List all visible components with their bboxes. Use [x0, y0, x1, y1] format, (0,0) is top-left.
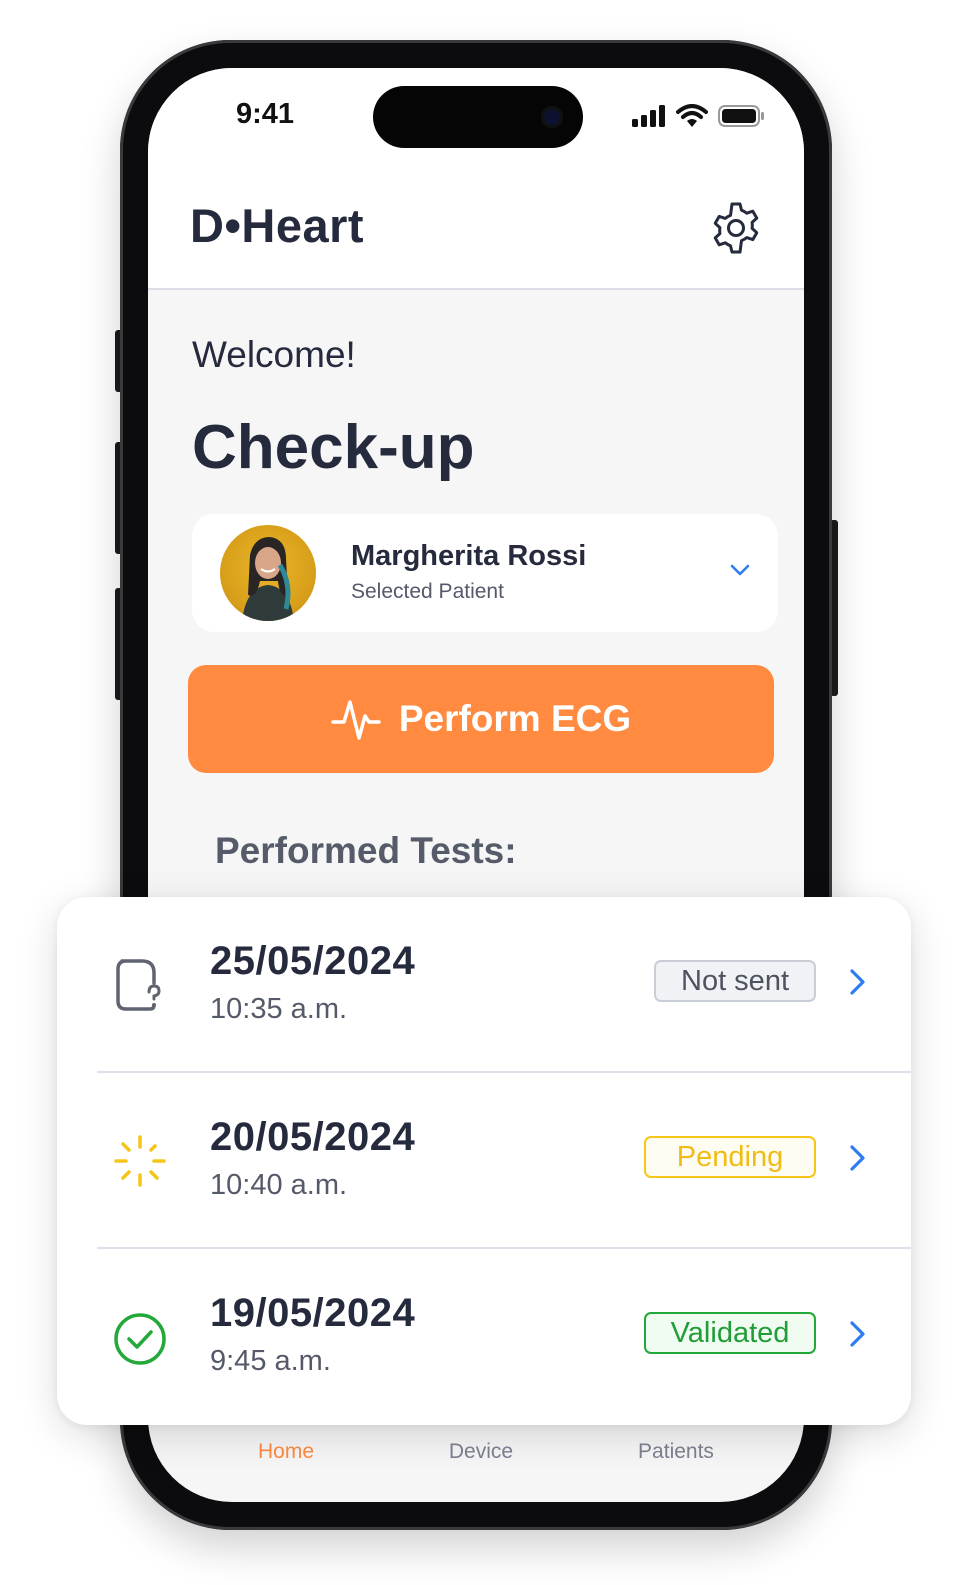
status-time: 9:41 — [236, 98, 295, 130]
patient-name: Margherita Rossi — [351, 540, 587, 572]
avatar-photo — [242, 537, 294, 621]
patient-selector[interactable]: Margherita Rossi Selected Patient — [192, 514, 778, 632]
chevron-right-icon[interactable] — [843, 967, 871, 997]
brand-logo: D•Heart — [190, 199, 365, 252]
test-row[interactable]: 20/05/2024 10:40 a.m. Pending — [57, 1073, 911, 1249]
check-circle-icon — [114, 1313, 166, 1365]
test-row[interactable]: 19/05/2024 9:45 a.m. Validated — [57, 1249, 911, 1425]
test-time: 10:40 a.m. — [210, 1169, 348, 1201]
loading-spinner-icon — [114, 1135, 166, 1187]
settings-gear-icon[interactable] — [708, 200, 764, 256]
wifi-icon — [676, 104, 708, 127]
chevron-right-icon[interactable] — [843, 1143, 871, 1173]
page-title: Check-up — [192, 413, 475, 482]
performed-tests-label: Performed Tests: — [215, 830, 517, 871]
welcome-text: Welcome! — [192, 334, 356, 375]
test-date: 20/05/2024 — [210, 1115, 416, 1159]
test-time: 10:35 a.m. — [210, 993, 348, 1025]
status-badge: Not sent — [654, 960, 816, 1002]
status-badge: Pending — [644, 1136, 816, 1178]
test-row[interactable]: 25/05/2024 10:35 a.m. Not sent — [57, 897, 911, 1073]
app-header: 9:41 D•Heart — [148, 68, 804, 290]
performed-tests-list: 25/05/2024 10:35 a.m. Not sent 20/05/202… — [57, 897, 911, 1425]
ecg-pulse-icon — [331, 700, 381, 740]
perform-ecg-button[interactable]: Perform ECG — [188, 665, 774, 773]
test-time: 9:45 a.m. — [210, 1345, 331, 1377]
stage: 9:41 D•Heart Welcome! Check-up Margherit… — [0, 0, 980, 1585]
tab-home[interactable]: Home — [216, 1440, 356, 1464]
camera-icon — [541, 106, 563, 128]
patient-avatar — [220, 525, 316, 621]
patient-subtitle: Selected Patient — [351, 580, 504, 603]
battery-icon — [718, 105, 764, 127]
cellular-signal-icon — [632, 105, 665, 127]
test-date: 25/05/2024 — [210, 939, 416, 983]
status-icons — [632, 104, 766, 128]
chevron-down-icon[interactable] — [720, 550, 760, 590]
status-badge: Validated — [644, 1312, 816, 1354]
chevron-right-icon[interactable] — [843, 1319, 871, 1349]
perform-ecg-label: Perform ECG — [398, 698, 632, 739]
dynamic-island — [373, 86, 583, 148]
tab-device[interactable]: Device — [411, 1440, 551, 1464]
tab-patients[interactable]: Patients — [606, 1440, 746, 1464]
test-date: 19/05/2024 — [210, 1291, 416, 1335]
unknown-document-icon — [116, 959, 161, 1011]
